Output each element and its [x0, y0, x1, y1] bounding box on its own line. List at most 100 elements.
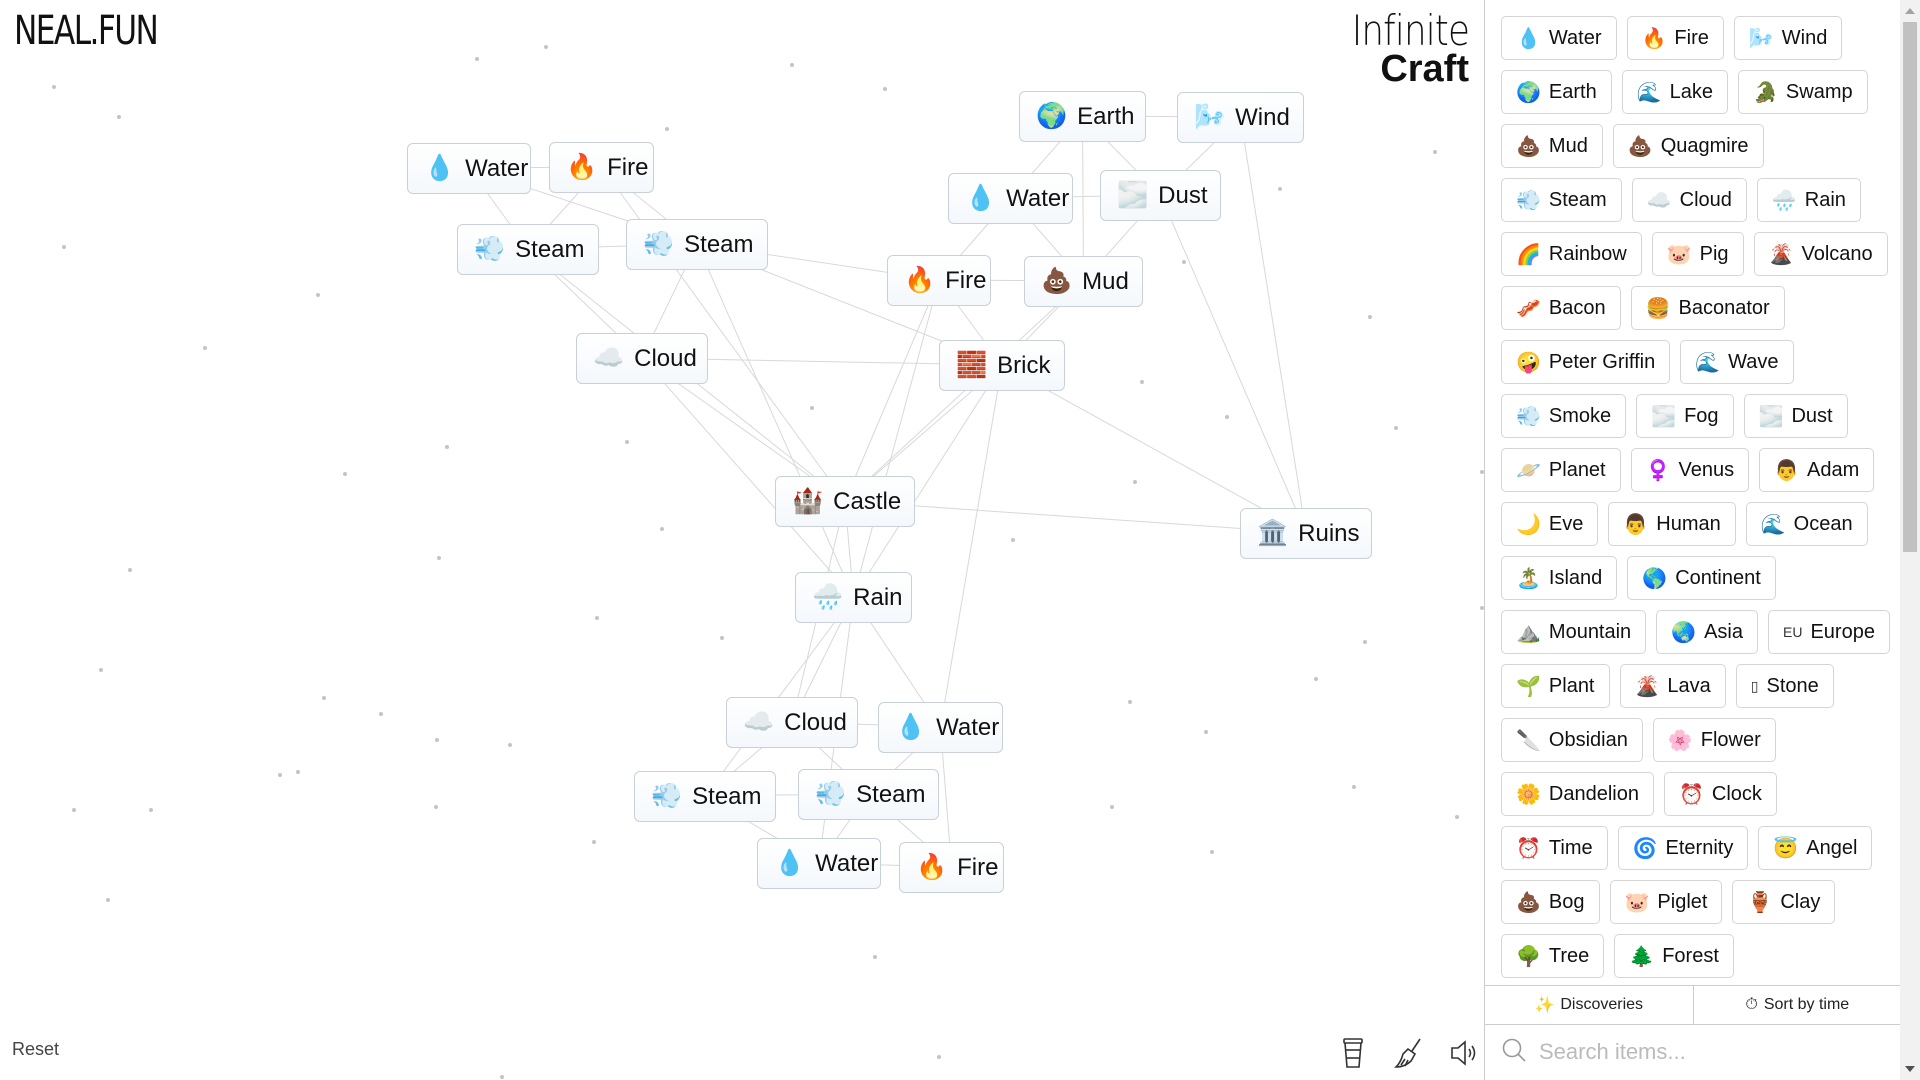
- sidebar-item-clay[interactable]: 🏺 Clay: [1732, 880, 1836, 924]
- sort-by-time-tab[interactable]: ⏱ Sort by time: [1692, 986, 1902, 1024]
- neal-fun-logo[interactable]: NEAL.FUN: [14, 8, 159, 54]
- sidebar-item-obsidian[interactable]: 🔪 Obsidian: [1501, 718, 1643, 762]
- earth-emoji-icon: 🌍: [1036, 102, 1068, 130]
- canvas-item-rain[interactable]: 🌧️ Rain: [795, 572, 912, 623]
- canvas-item-ruins[interactable]: 🏛️ Ruins: [1240, 508, 1372, 559]
- sidebar-item-venus[interactable]: ♀️ Venus: [1630, 448, 1750, 492]
- background-dot: [437, 556, 441, 560]
- sidebar-item-bog[interactable]: 💩 Bog: [1501, 880, 1600, 924]
- canvas-item-water[interactable]: 💧 Water: [878, 702, 1003, 753]
- sidebar-item-mud[interactable]: 💩 Mud: [1501, 124, 1603, 168]
- sidebar-item-continent[interactable]: 🌎 Continent: [1627, 556, 1776, 600]
- smoke-emoji-icon: 💨: [1516, 405, 1541, 428]
- sidebar-item-peter-griffin[interactable]: 🤪 Peter Griffin: [1501, 340, 1671, 384]
- scroll-up-arrow[interactable]: [1905, 8, 1915, 14]
- sidebar-item-rain[interactable]: 🌧️ Rain: [1756, 178, 1861, 222]
- canvas-item-water[interactable]: 💧 Water: [948, 173, 1073, 224]
- island-emoji-icon: 🏝️: [1516, 567, 1541, 590]
- canvas-item-fire[interactable]: 🔥 Fire: [887, 255, 991, 306]
- background-dot: [99, 668, 103, 672]
- sidebar-item-mountain[interactable]: ⛰️ Mountain: [1501, 610, 1647, 654]
- search-input[interactable]: [1537, 1038, 1861, 1066]
- canvas-item-water[interactable]: 💧 Water: [757, 838, 881, 889]
- sidebar-item-smoke[interactable]: 💨 Smoke: [1501, 394, 1627, 438]
- reset-button[interactable]: Reset: [12, 1039, 59, 1060]
- sidebar-item-human[interactable]: 👨 Human: [1608, 502, 1736, 546]
- background-dot: [1140, 380, 1144, 384]
- canvas-item-label: Fire: [945, 266, 987, 294]
- sidebar-scrollbar[interactable]: [1900, 0, 1920, 1080]
- sidebar-item-adam[interactable]: 👨 Adam: [1759, 448, 1875, 492]
- sidebar-item-label: Mud: [1548, 134, 1588, 157]
- sidebar-item-label: Planet: [1548, 458, 1606, 481]
- speaker-icon[interactable]: [1448, 1036, 1482, 1070]
- canvas-item-steam[interactable]: 💨 Steam: [626, 219, 768, 270]
- sidebar-item-flower[interactable]: 🌸 Flower: [1652, 718, 1776, 762]
- sidebar-item-swamp[interactable]: 🐊 Swamp: [1738, 70, 1868, 114]
- canvas-item-wind[interactable]: 🌬️ Wind: [1177, 92, 1304, 143]
- sidebar-item-tree[interactable]: 🌳 Tree: [1501, 934, 1605, 978]
- sidebar-item-eve[interactable]: 🌙 Eve: [1501, 502, 1599, 546]
- canvas-item-steam[interactable]: 💨 Steam: [798, 769, 939, 820]
- sidebar-item-europe[interactable]: EU Europe: [1768, 610, 1890, 654]
- sidebar-item-water[interactable]: 💧 Water: [1501, 16, 1617, 60]
- sidebar-item-stone[interactable]: ▯ Stone: [1735, 664, 1834, 708]
- sidebar-item-volcano[interactable]: 🌋 Volcano: [1753, 232, 1888, 276]
- canvas-item-fire[interactable]: 🔥 Fire: [899, 842, 1004, 893]
- sidebar-item-piglet[interactable]: 🐷 Piglet: [1609, 880, 1723, 924]
- rainbow-emoji-icon: 🌈: [1516, 243, 1541, 266]
- sidebar-item-lava[interactable]: 🌋 Lava: [1619, 664, 1726, 708]
- sidebar-item-eternity[interactable]: 🌀 Eternity: [1617, 826, 1749, 870]
- broom-icon[interactable]: [1392, 1036, 1426, 1070]
- sidebar-item-earth[interactable]: 🌍 Earth: [1501, 70, 1612, 114]
- sidebar-item-label: Obsidian: [1548, 728, 1628, 751]
- discoveries-tab[interactable]: ✨ Discoveries: [1485, 986, 1693, 1024]
- sidebar-item-time[interactable]: ⏰ Time: [1501, 826, 1608, 870]
- background-dot: [128, 568, 132, 572]
- scroll-down-arrow[interactable]: [1905, 1066, 1915, 1072]
- sidebar-item-rainbow[interactable]: 🌈 Rainbow: [1501, 232, 1642, 276]
- canvas-item-water[interactable]: 💧 Water: [407, 143, 531, 194]
- sidebar-item-ocean[interactable]: 🌊 Ocean: [1745, 502, 1868, 546]
- sidebar-item-dust[interactable]: 🌫️ Dust: [1743, 394, 1848, 438]
- sidebar-item-label: Clay: [1780, 890, 1821, 913]
- sidebar-item-asia[interactable]: 🌏 Asia: [1656, 610, 1758, 654]
- sidebar-item-wind[interactable]: 🌬️ Wind: [1733, 16, 1843, 60]
- sidebar-item-planet[interactable]: 🪐 Planet: [1501, 448, 1621, 492]
- sidebar-item-steam[interactable]: 💨 Steam: [1501, 178, 1622, 222]
- canvas-item-brick[interactable]: 🧱 Brick: [939, 340, 1065, 391]
- sidebar-item-fire[interactable]: 🔥 Fire: [1626, 16, 1724, 60]
- water-emoji-icon: 💧: [424, 154, 456, 182]
- canvas-item-earth[interactable]: 🌍 Earth: [1019, 91, 1146, 142]
- crafting-canvas[interactable]: NEAL.FUN Infinite Craft 💧 Water 🔥 Fire 💨 Stea…: [0, 0, 1484, 1080]
- sidebar-item-dandelion[interactable]: 🌼 Dandelion: [1501, 772, 1654, 816]
- sidebar-item-pig[interactable]: 🐷 Pig: [1651, 232, 1744, 276]
- sidebar-item-island[interactable]: 🏝️ Island: [1501, 556, 1618, 600]
- cloud-emoji-icon: ☁️: [1646, 189, 1672, 212]
- sidebar-item-clock[interactable]: ⏰ Clock: [1663, 772, 1777, 816]
- sidebar-item-angel[interactable]: 😇 Angel: [1758, 826, 1873, 870]
- mud-emoji-icon: 💩: [1041, 267, 1073, 295]
- sidebar-item-cloud[interactable]: ☁️ Cloud: [1631, 178, 1747, 222]
- sidebar-item-baconator[interactable]: 🍔 Baconator: [1630, 286, 1785, 330]
- canvas-item-cloud[interactable]: ☁️ Cloud: [726, 697, 858, 748]
- canvas-item-fire[interactable]: 🔥 Fire: [549, 142, 654, 193]
- sidebar-item-plant[interactable]: 🌱 Plant: [1501, 664, 1610, 708]
- sidebar-item-lake[interactable]: 🌊 Lake: [1621, 70, 1728, 114]
- canvas-item-mud[interactable]: 💩 Mud: [1024, 256, 1143, 307]
- coffee-cup-icon[interactable]: [1336, 1036, 1370, 1070]
- canvas-item-steam[interactable]: 💨 Steam: [457, 224, 599, 275]
- sparkles-icon: ✨: [1534, 997, 1555, 1014]
- sidebar-item-bacon[interactable]: 🥓 Bacon: [1501, 286, 1621, 330]
- canvas-item-castle[interactable]: 🏰 Castle: [775, 476, 915, 527]
- stopwatch-icon: ⏱: [1745, 996, 1758, 1013]
- sidebar-item-forest[interactable]: 🌲 Forest: [1614, 934, 1734, 978]
- sidebar-item-quagmire[interactable]: 💩 Quagmire: [1612, 124, 1764, 168]
- canvas-item-steam[interactable]: 💨 Steam: [634, 771, 776, 822]
- rain-emoji-icon: 🌧️: [1771, 189, 1797, 212]
- sidebar-item-fog[interactable]: 🌫️ Fog: [1636, 394, 1734, 438]
- sidebar-item-wave[interactable]: 🌊 Wave: [1680, 340, 1794, 384]
- canvas-item-dust[interactable]: 🌫️ Dust: [1100, 170, 1221, 221]
- canvas-item-cloud[interactable]: ☁️ Cloud: [576, 333, 708, 384]
- scrollbar-thumb[interactable]: [1903, 22, 1917, 552]
